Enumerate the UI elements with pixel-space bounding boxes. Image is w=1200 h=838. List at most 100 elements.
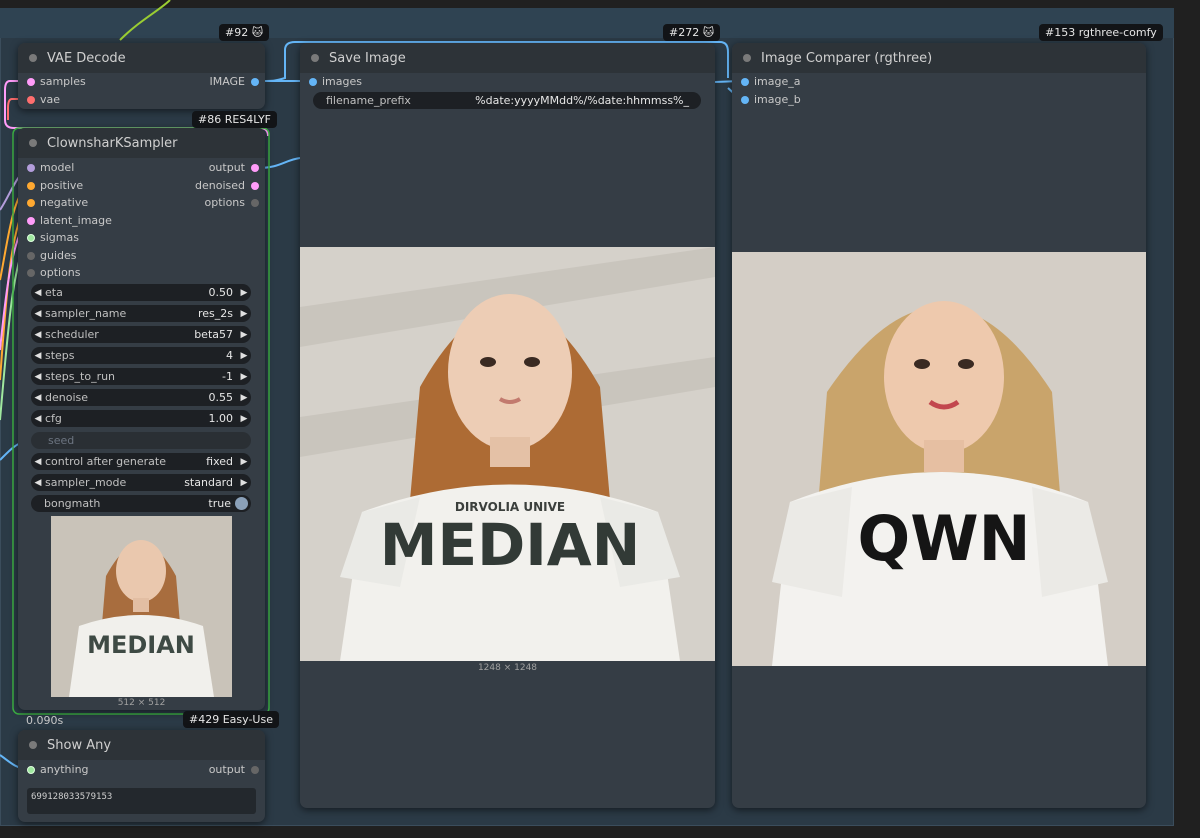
- saved-image-preview: DIRVOLIA UNIVE MEDIAN: [300, 247, 715, 661]
- increment-arrow-icon[interactable]: ▶: [237, 351, 251, 361]
- output-output[interactable]: output: [209, 162, 261, 174]
- widget-label: eta: [45, 286, 63, 299]
- decrement-arrow-icon[interactable]: ◀: [31, 372, 45, 382]
- output-options[interactable]: options: [204, 197, 261, 209]
- widget-sampler-name[interactable]: ◀ sampler_name res_2s ▶: [31, 305, 251, 322]
- slot-dot[interactable]: [309, 78, 317, 86]
- slot-dot[interactable]: [251, 199, 259, 207]
- output-denoised[interactable]: denoised: [195, 180, 261, 192]
- toggle-knob-icon[interactable]: [235, 497, 248, 510]
- input-latent-image[interactable]: latent_image: [22, 215, 112, 227]
- slot-dot[interactable]: [27, 164, 35, 172]
- node-collapse-dot[interactable]: [29, 139, 37, 147]
- output-output[interactable]: output: [209, 764, 261, 776]
- node-collapse-dot[interactable]: [29, 54, 37, 62]
- image-size-caption: 1248 × 1248: [477, 663, 538, 673]
- widget-value: %date:yyyyMMdd%/%date:hhmmss%_: [475, 94, 689, 107]
- node-collapse-dot[interactable]: [743, 54, 751, 62]
- decrement-arrow-icon[interactable]: ◀: [31, 457, 45, 467]
- vae-decode-node[interactable]: VAE Decode samples vae IMAGE: [18, 43, 265, 109]
- decrement-arrow-icon[interactable]: ◀: [31, 288, 45, 298]
- slot-dot[interactable]: [27, 234, 35, 242]
- widget-filename-prefix[interactable]: filename_prefix %date:yyyyMMdd%/%date:hh…: [313, 92, 701, 109]
- node-id-badge: #92 🐱: [219, 24, 270, 41]
- clownshark-sampler-node[interactable]: ClownsharKSampler model positive negativ…: [18, 128, 265, 710]
- input-negative[interactable]: negative: [22, 197, 88, 209]
- slot-dot[interactable]: [251, 78, 259, 86]
- sampler-header[interactable]: ClownsharKSampler: [18, 128, 265, 158]
- show-any-node[interactable]: Show Any anything output 699128033579153: [18, 730, 265, 822]
- slot-label: guides: [40, 249, 77, 262]
- node-collapse-dot[interactable]: [311, 54, 319, 62]
- increment-arrow-icon[interactable]: ▶: [237, 309, 251, 319]
- widget-denoise[interactable]: ◀ denoise 0.55 ▶: [31, 389, 251, 406]
- increment-arrow-icon[interactable]: ▶: [237, 330, 251, 340]
- comparer-image[interactable]: QWN: [732, 252, 1146, 666]
- widget-label: seed: [48, 434, 75, 447]
- decrement-arrow-icon[interactable]: ◀: [31, 330, 45, 340]
- widget-eta[interactable]: ◀ eta 0.50 ▶: [31, 284, 251, 301]
- save-image-header[interactable]: Save Image: [300, 43, 715, 73]
- slot-dot[interactable]: [251, 766, 259, 774]
- increment-arrow-icon[interactable]: ▶: [237, 478, 251, 488]
- increment-arrow-icon[interactable]: ▶: [237, 393, 251, 403]
- widget-bongmath-toggle[interactable]: bongmath true: [31, 495, 251, 512]
- sampler-title: ClownsharKSampler: [47, 135, 178, 151]
- slot-dot[interactable]: [27, 217, 35, 225]
- image-comparer-node[interactable]: Image Comparer (rgthree) image_a image_b…: [732, 43, 1146, 808]
- node-collapse-dot[interactable]: [29, 741, 37, 749]
- increment-arrow-icon[interactable]: ▶: [237, 372, 251, 382]
- node-id-badge: #429 Easy-Use: [183, 711, 279, 728]
- input-options[interactable]: options: [22, 267, 81, 279]
- group-header[interactable]: [0, 8, 1174, 38]
- slot-dot[interactable]: [251, 164, 259, 172]
- input-image-b[interactable]: image_b: [736, 94, 801, 106]
- show-any-header[interactable]: Show Any: [18, 730, 265, 760]
- increment-arrow-icon[interactable]: ▶: [237, 414, 251, 424]
- slot-dot[interactable]: [27, 199, 35, 207]
- slot-label: negative: [40, 196, 89, 209]
- decrement-arrow-icon[interactable]: ◀: [31, 478, 45, 488]
- slot-label: vae: [40, 93, 61, 106]
- widget-scheduler[interactable]: ◀ scheduler beta57 ▶: [31, 326, 251, 343]
- input-guides[interactable]: guides: [22, 250, 77, 262]
- slot-dot[interactable]: [27, 96, 35, 104]
- widget-cfg[interactable]: ◀ cfg 1.00 ▶: [31, 410, 251, 427]
- input-sigmas[interactable]: sigmas: [22, 232, 79, 244]
- slot-dot[interactable]: [251, 182, 259, 190]
- widget-label: steps: [45, 349, 75, 362]
- slot-label: images: [322, 75, 362, 88]
- show-any-text-output[interactable]: 699128033579153: [27, 788, 256, 814]
- input-model[interactable]: model: [22, 162, 74, 174]
- input-vae[interactable]: vae: [22, 94, 60, 106]
- input-samples[interactable]: samples: [22, 76, 86, 88]
- vae-decode-header[interactable]: VAE Decode: [18, 43, 265, 73]
- decrement-arrow-icon[interactable]: ◀: [31, 351, 45, 361]
- input-images[interactable]: images: [304, 76, 362, 88]
- input-image-a[interactable]: image_a: [736, 76, 801, 88]
- decrement-arrow-icon[interactable]: ◀: [31, 393, 45, 403]
- slot-dot[interactable]: [27, 252, 35, 260]
- widget-control-after-generate[interactable]: ◀ control after generate fixed ▶: [31, 453, 251, 470]
- slot-dot[interactable]: [27, 766, 35, 774]
- output-image[interactable]: IMAGE: [209, 76, 261, 88]
- slot-dot[interactable]: [27, 182, 35, 190]
- node-id-badge: #86 RES4LYF: [192, 111, 277, 128]
- input-positive[interactable]: positive: [22, 180, 83, 192]
- slot-dot[interactable]: [27, 78, 35, 86]
- widget-value: standard: [184, 476, 233, 489]
- save-image-node[interactable]: Save Image images filename_prefix %date:…: [300, 43, 715, 808]
- slot-dot[interactable]: [741, 78, 749, 86]
- widget-sampler-mode[interactable]: ◀ sampler_mode standard ▶: [31, 474, 251, 491]
- decrement-arrow-icon[interactable]: ◀: [31, 414, 45, 424]
- slot-dot[interactable]: [27, 269, 35, 277]
- widget-steps[interactable]: ◀ steps 4 ▶: [31, 347, 251, 364]
- input-anything[interactable]: anything: [22, 764, 89, 776]
- decrement-arrow-icon[interactable]: ◀: [31, 309, 45, 319]
- slot-dot[interactable]: [741, 96, 749, 104]
- increment-arrow-icon[interactable]: ▶: [237, 288, 251, 298]
- image-comparer-header[interactable]: Image Comparer (rgthree): [732, 43, 1146, 73]
- widget-value: res_2s: [197, 307, 233, 320]
- increment-arrow-icon[interactable]: ▶: [237, 457, 251, 467]
- widget-steps-to-run[interactable]: ◀ steps_to_run -1 ▶: [31, 368, 251, 385]
